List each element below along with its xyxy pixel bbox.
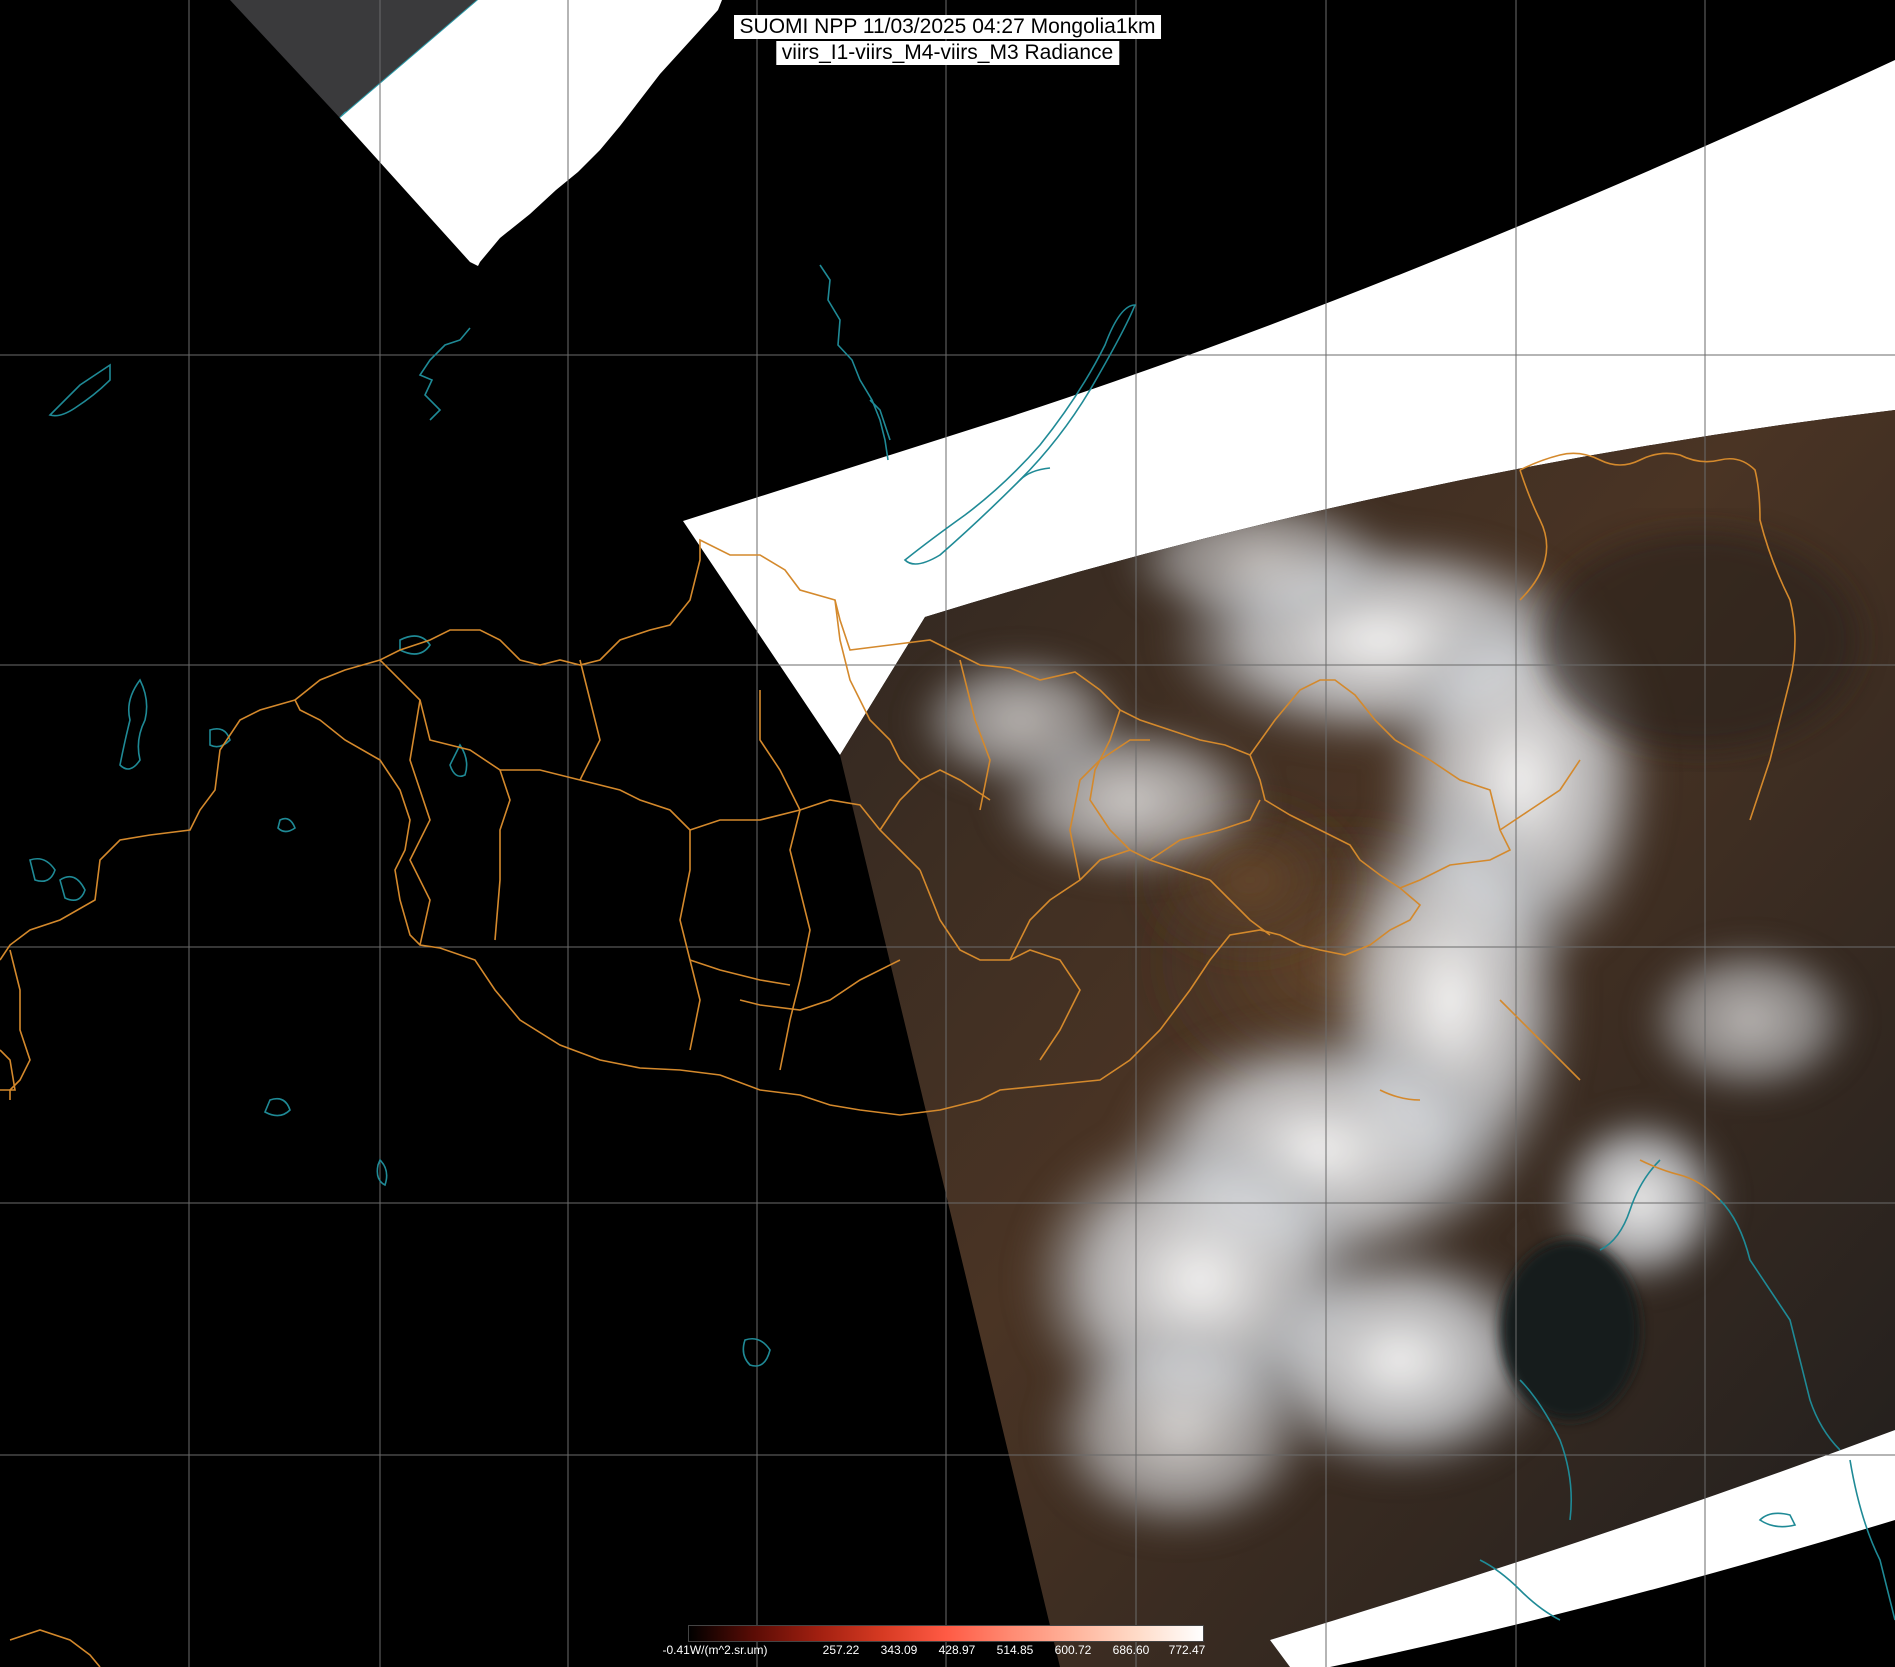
colorbar-tick-label: 428.97 <box>938 1643 976 1657</box>
colorbar-tick-label: -0.41W/(m^2.sr.um) <box>662 1643 768 1657</box>
colorbar-tick-label: 772.47 <box>1168 1643 1206 1657</box>
colorbar-tick-label: 686.60 <box>1112 1643 1150 1657</box>
satellite-image-viewer: SUOMI NPP 11/03/2025 04:27 Mongolia1km v… <box>0 0 1895 1667</box>
colorbar-tick-label: 257.22 <box>822 1643 860 1657</box>
colorbar-tick-label: 343.09 <box>880 1643 918 1657</box>
colorbar-tick-label: 600.72 <box>1054 1643 1092 1657</box>
radiance-colorbar <box>688 1625 1204 1642</box>
satellite-map <box>0 0 1895 1667</box>
colorbar-tick-labels: -0.41W/(m^2.sr.um) 257.22 343.09 428.97 … <box>663 1643 1220 1659</box>
image-title-line1: SUOMI NPP 11/03/2025 04:27 Mongolia1km <box>733 15 1162 39</box>
image-title-line2: viirs_I1-viirs_M4-viirs_M3 Radiance <box>775 41 1120 65</box>
colorbar-tick-label: 514.85 <box>996 1643 1034 1657</box>
